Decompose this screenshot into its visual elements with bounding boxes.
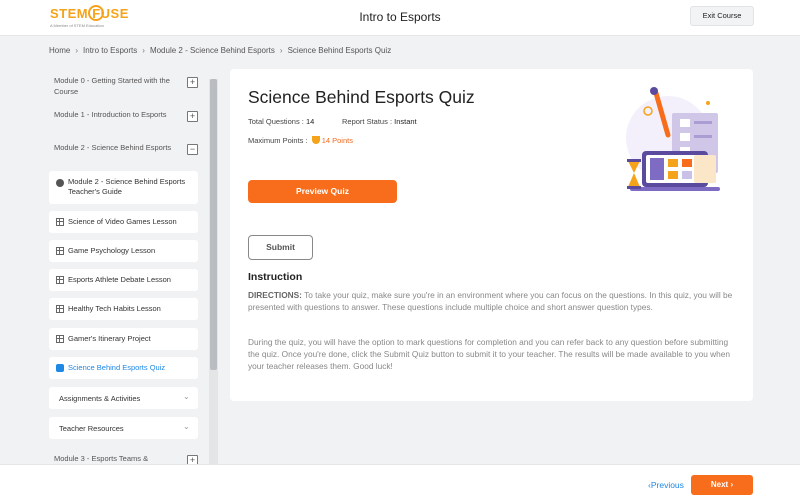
chevron-down-icon: ⌄ xyxy=(183,392,190,401)
total-questions-label: Total Questions : xyxy=(248,117,304,126)
gear-icon xyxy=(56,179,64,187)
sidebar-item-teachers-guide[interactable]: Module 2 - Science Behind Esports Teache… xyxy=(49,171,198,204)
module-0-header[interactable]: Module 0 - Getting Started with the Cour… xyxy=(49,75,201,99)
directions-text: To take your quiz, make sure you're in a… xyxy=(248,290,733,312)
lesson-label: Science Behind Esports Quiz xyxy=(68,363,166,372)
accordion-label: Teacher Resources xyxy=(59,424,124,433)
trophy-icon xyxy=(311,136,320,144)
scrollbar-thumb[interactable] xyxy=(210,79,217,370)
previous-label: Previous xyxy=(650,480,684,490)
directions-paragraph: DIRECTIONS: To take your quiz, make sure… xyxy=(248,289,735,313)
next-button[interactable]: Next › xyxy=(691,475,753,495)
submit-button[interactable]: Submit xyxy=(248,235,313,260)
chevron-down-icon: ⌄ xyxy=(183,422,190,431)
report-status: Report Status : Instant xyxy=(342,117,417,126)
chevron-right-icon: › xyxy=(142,46,145,55)
sidebar-item-quiz-active[interactable]: Science Behind Esports Quiz xyxy=(49,357,198,379)
chevron-right-icon: › xyxy=(75,46,79,55)
lesson-label: Gamer's Itinerary Project xyxy=(68,334,151,343)
lesson-label: Science of Video Games Lesson xyxy=(68,217,177,226)
report-status-value: Instant xyxy=(394,117,417,126)
collapse-minus-icon[interactable]: − xyxy=(187,144,198,155)
quiz-card: Science Behind Esports Quiz Total Questi… xyxy=(230,69,753,401)
lesson-label: Module 2 - Science Behind Esports Teache… xyxy=(68,177,186,196)
chevron-right-icon: › xyxy=(730,480,734,489)
grid-icon xyxy=(56,218,64,226)
expand-plus-icon[interactable]: + xyxy=(187,77,198,88)
max-points-label: Maximum Points : xyxy=(248,136,308,145)
max-points-value: 14 Points xyxy=(321,136,353,145)
quiz-info-paragraph: During the quiz, you will have the optio… xyxy=(248,337,730,371)
exit-course-button[interactable]: Exit Course xyxy=(690,6,754,26)
total-questions: Total Questions : 14 xyxy=(248,117,314,126)
breadcrumb: Home › Intro to Esports › Module 2 - Science… xyxy=(49,46,391,55)
module-label: Module 1 - Introduction to Esports xyxy=(54,110,167,119)
module-label: Module 2 - Science Behind Esports xyxy=(54,143,172,152)
module-label: Module 3 - Esports Teams & xyxy=(54,454,149,463)
bottom-navigation: ‹Previous Next › xyxy=(0,464,800,500)
course-sidebar: Module 0 - Getting Started with the Cour… xyxy=(49,69,219,465)
preview-quiz-button[interactable]: Preview Quiz xyxy=(248,180,397,203)
accordion-teacher-resources[interactable]: Teacher Resources ⌄ xyxy=(49,417,198,439)
directions-label: DIRECTIONS: xyxy=(248,290,302,300)
breadcrumb-module[interactable]: Module 2 - Science Behind Esports xyxy=(150,46,275,55)
puzzle-icon xyxy=(56,364,64,372)
sidebar-item-gamers-itinerary[interactable]: Gamer's Itinerary Project xyxy=(49,328,198,350)
sidebar-item-science-of-video-games[interactable]: Science of Video Games Lesson xyxy=(49,211,198,233)
quiz-illustration xyxy=(626,87,720,191)
chevron-right-icon: › xyxy=(279,46,283,55)
maximum-points: Maximum Points : 14 Points xyxy=(248,136,353,145)
accordion-assignments[interactable]: Assignments & Activities ⌄ xyxy=(49,387,198,409)
grid-icon xyxy=(56,247,64,255)
lesson-label: Healthy Tech Habits Lesson xyxy=(68,304,161,313)
breadcrumb-home[interactable]: Home xyxy=(49,46,70,55)
total-questions-value: 14 xyxy=(305,117,315,126)
expand-plus-icon[interactable]: + xyxy=(187,111,198,122)
grid-icon xyxy=(56,305,64,313)
accordion-label: Assignments & Activities xyxy=(59,394,141,403)
module-label: Module 0 - Getting Started with the Cour… xyxy=(54,76,170,96)
module-1-header[interactable]: Module 1 - Introduction to Esports + xyxy=(49,109,201,133)
grid-icon xyxy=(56,335,64,343)
sidebar-scrollbar[interactable] xyxy=(209,79,218,464)
instruction-heading: Instruction xyxy=(248,271,303,283)
sidebar-item-athlete-debate[interactable]: Esports Athlete Debate Lesson xyxy=(49,269,198,291)
grid-icon xyxy=(56,276,64,284)
quiz-title: Science Behind Esports Quiz xyxy=(248,87,475,107)
breadcrumb-current: Science Behind Esports Quiz xyxy=(287,46,392,55)
previous-link[interactable]: ‹Previous xyxy=(648,480,684,490)
module-2-header[interactable]: Module 2 - Science Behind Esports − xyxy=(49,142,201,166)
sidebar-item-healthy-tech-habits[interactable]: Healthy Tech Habits Lesson xyxy=(49,298,198,320)
top-header: STEM FUSE A Member of STEM Education Int… xyxy=(0,0,800,36)
next-label: Next xyxy=(710,480,729,489)
sidebar-item-game-psychology[interactable]: Game Psychology Lesson xyxy=(49,240,198,262)
lesson-label: Game Psychology Lesson xyxy=(68,246,156,255)
course-title: Intro to Esports xyxy=(359,10,441,24)
report-status-label: Report Status : xyxy=(342,117,393,126)
lesson-label: Esports Athlete Debate Lesson xyxy=(68,275,171,284)
breadcrumb-course[interactable]: Intro to Esports xyxy=(83,46,137,55)
